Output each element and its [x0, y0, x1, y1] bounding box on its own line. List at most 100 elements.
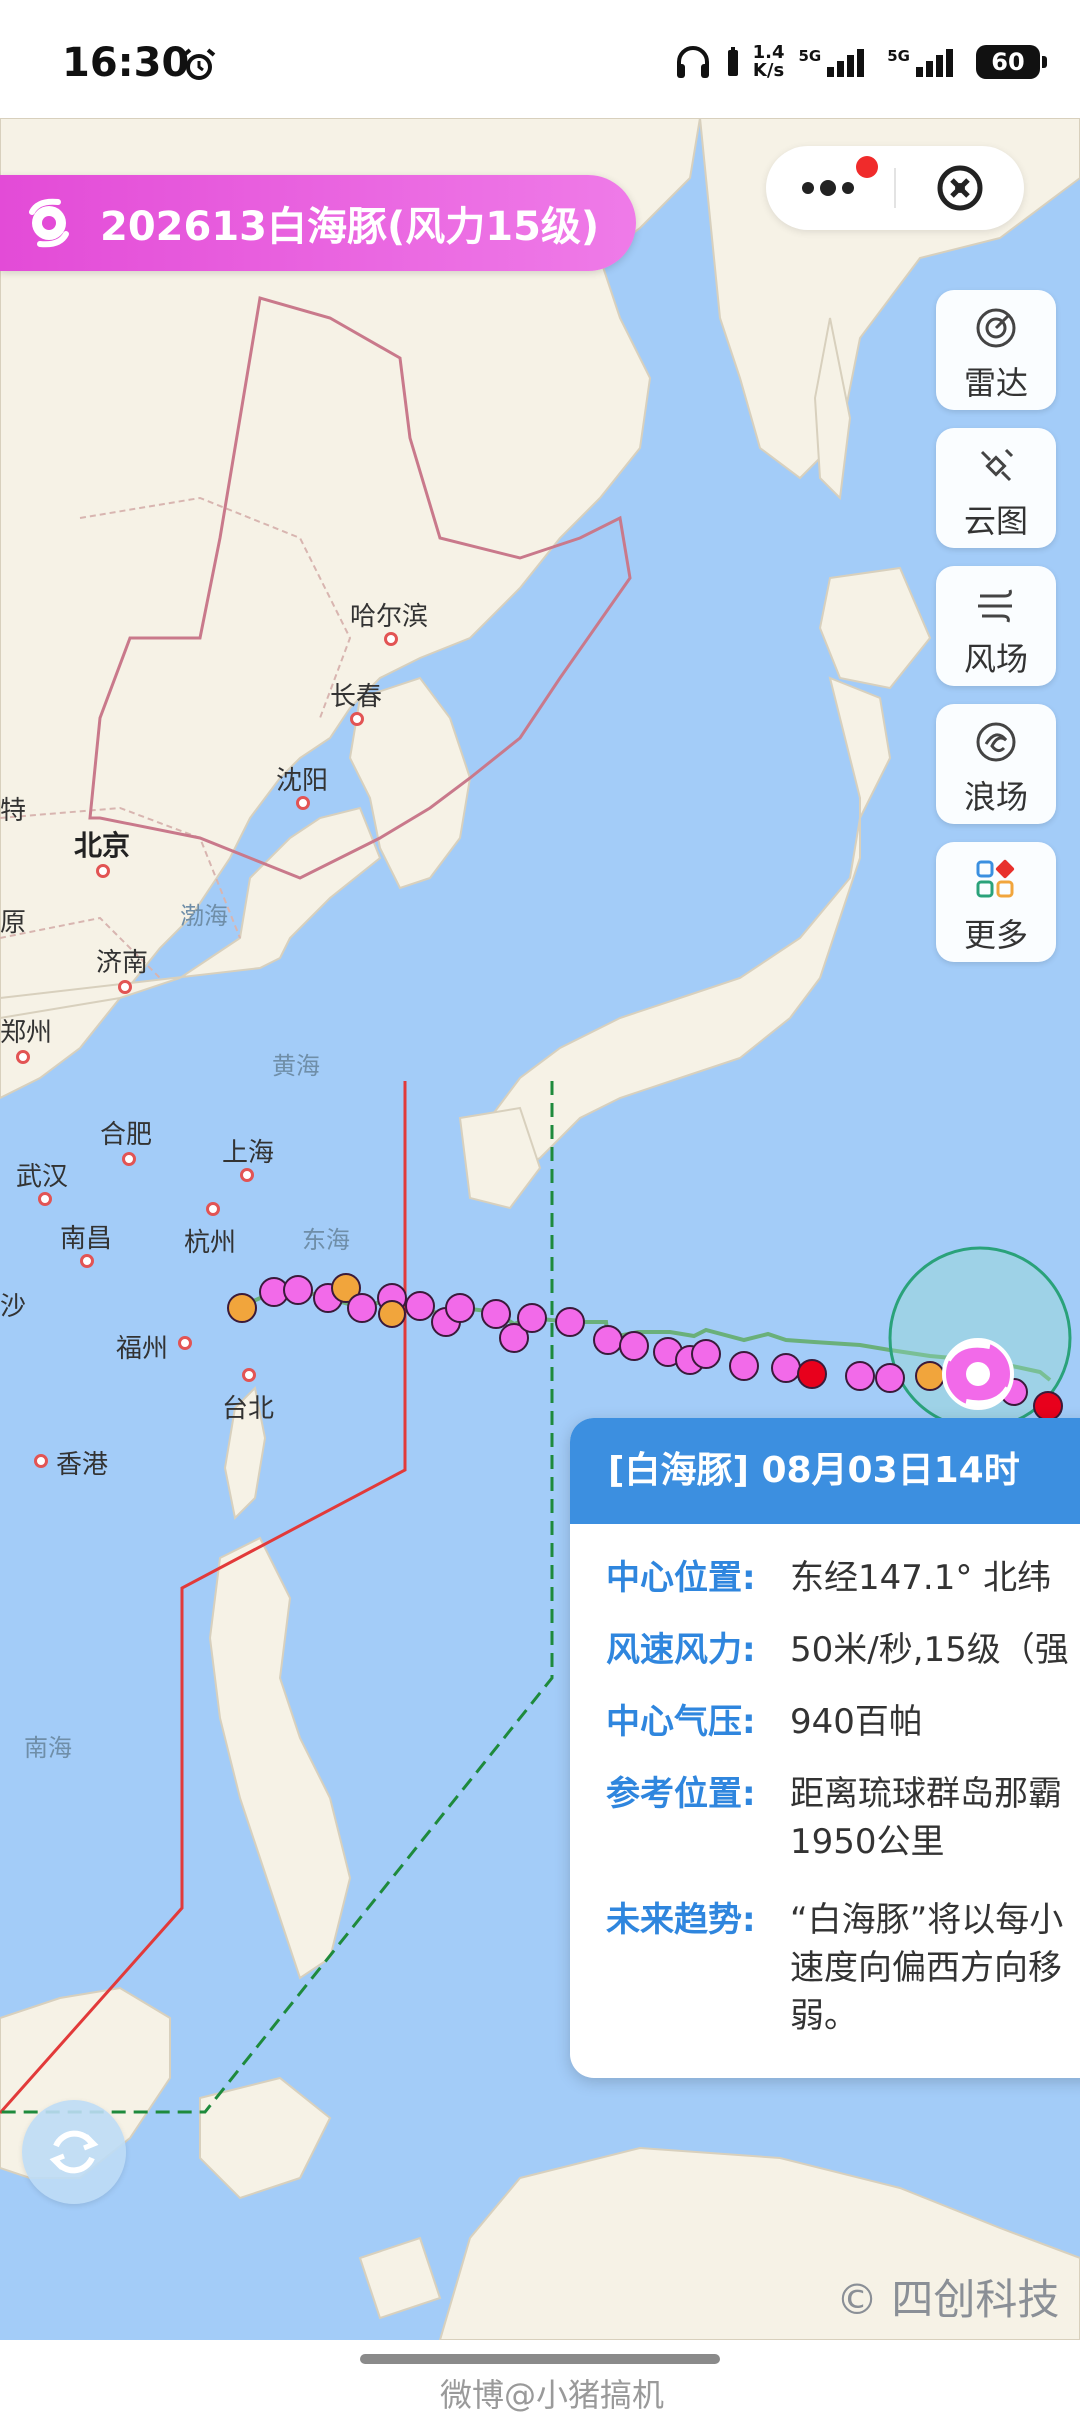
tool-cloud-button[interactable]: 云图: [936, 428, 1056, 548]
info-row-wind: 风速风力: 50米/秒,15级（强: [606, 1626, 1080, 1674]
track-point[interactable]: [347, 1293, 377, 1323]
track-point[interactable]: [915, 1361, 945, 1391]
city-dot: [384, 632, 398, 646]
info-value: 50米/秒,15级（强: [790, 1630, 1069, 1670]
track-point[interactable]: [845, 1361, 875, 1391]
track-point[interactable]: [378, 1300, 406, 1328]
tool-more-button[interactable]: 更多: [936, 842, 1056, 962]
city-dot: [16, 1050, 30, 1064]
info-value: 弱。: [790, 1996, 858, 2036]
track-point[interactable]: [729, 1351, 759, 1381]
city-label: 特: [0, 796, 27, 826]
info-value: 940百帕: [790, 1702, 923, 1742]
info-value: “白海豚”将以每小: [790, 1900, 1064, 1940]
status-bar: 16:30 1.4 K/s 5G 5G 60: [0, 0, 1080, 118]
track-point[interactable]: [481, 1299, 511, 1329]
japan-honshu: [478, 676, 892, 1180]
home-indicator[interactable]: [360, 2354, 720, 2364]
city-label: 沙: [0, 1292, 27, 1322]
info-row-trend: 未来趋势: “白海豚”将以每小 速度向偏西方向移 弱。: [606, 1896, 1080, 2040]
info-card-header: [白海豚] 08月03日14时: [570, 1418, 1080, 1524]
sea-label: 渤海: [180, 902, 228, 930]
city-label: 合肥: [100, 1120, 153, 1150]
city-dot: [80, 1254, 94, 1268]
city-dot: [34, 1454, 48, 1468]
city-label: 原: [0, 908, 27, 938]
sea-label: 东海: [302, 1226, 350, 1254]
bottom-bar: 微博@小猪搞机: [0, 2340, 1080, 2414]
weibo-watermark: 微博@小猪搞机: [440, 2376, 665, 2414]
sim1-label: 5G: [798, 47, 822, 65]
wave-icon: [976, 722, 1016, 762]
city-dot: [118, 980, 132, 994]
tool-radar-button[interactable]: 雷达: [936, 290, 1056, 410]
track-point[interactable]: [405, 1291, 435, 1321]
tool-label: 更多: [963, 916, 1028, 954]
tool-label: 云图: [963, 502, 1028, 540]
track-point[interactable]: [517, 1303, 547, 1333]
track-point[interactable]: [227, 1293, 257, 1323]
track-point[interactable]: [593, 1325, 623, 1355]
network-speed: 1.4 K/s: [753, 44, 785, 80]
close-circle-icon: [937, 165, 983, 211]
more-grid-icon: [976, 859, 1015, 898]
track-point[interactable]: [797, 1359, 827, 1389]
city-label: 台北: [222, 1394, 275, 1424]
satellite-icon: [980, 448, 1014, 482]
city-label: 香港: [56, 1450, 109, 1480]
track-point[interactable]: [691, 1339, 721, 1369]
city-label: 杭州: [184, 1228, 237, 1258]
info-row-pressure: 中心气压: 940百帕: [606, 1698, 1080, 1746]
city-dot: [240, 1168, 254, 1182]
info-value: 1950公里: [790, 1822, 945, 1862]
city-label: 郑州: [0, 1018, 53, 1048]
city-label: 济南: [96, 948, 149, 978]
tool-wave-button[interactable]: 浪场: [936, 704, 1056, 824]
refresh-button[interactable]: [22, 2100, 126, 2204]
track-point[interactable]: [875, 1363, 905, 1393]
info-key: 风速风力:: [606, 1630, 756, 1670]
track-point[interactable]: [619, 1331, 649, 1361]
tool-label: 浪场: [963, 778, 1028, 816]
info-row-position: 中心位置: 东经147.1° 北纬: [606, 1554, 1080, 1602]
city-label: 长春: [330, 682, 383, 712]
status-time: 16:30: [62, 40, 190, 86]
signal-bars-icon: [827, 49, 865, 77]
city-label: 上海: [222, 1138, 275, 1168]
city-label: 哈尔滨: [350, 602, 429, 632]
city-label: 沈阳: [276, 766, 329, 796]
sim2-label: 5G: [887, 47, 910, 65]
moluccas-shape: [358, 2236, 442, 2320]
info-value: 速度向偏西方向移: [790, 1948, 1062, 1988]
app-root: 16:30 1.4 K/s 5G 5G 60 哈尔滨 长春 沈阳 北京 济南 郑…: [0, 0, 1080, 2414]
refresh-icon: [49, 2130, 99, 2174]
tool-label: 雷达: [963, 364, 1028, 402]
info-value: 东经147.1° 北纬: [790, 1558, 1052, 1598]
battery-small-icon: [727, 47, 738, 76]
city-dot: [350, 712, 364, 726]
tool-label: 风场: [963, 640, 1028, 678]
info-key: 未来趋势:: [606, 1900, 756, 1940]
city-label: 福州: [116, 1334, 169, 1364]
city-label: 南昌: [60, 1224, 113, 1254]
typhoon-info-card[interactable]: [白海豚] 08月03日14时 中心位置: 东经147.1° 北纬 风速风力: …: [570, 1418, 1080, 2078]
track-point[interactable]: [283, 1275, 313, 1305]
info-key: 中心气压:: [606, 1702, 756, 1742]
signal-sim1: 5G: [799, 47, 874, 77]
current-typhoon-marker[interactable]: [942, 1338, 1014, 1410]
city-dot: [242, 1368, 256, 1382]
city-dot: [206, 1202, 220, 1216]
info-key: 中心位置:: [606, 1558, 756, 1598]
city-dot: [38, 1192, 52, 1206]
storm-banner[interactable]: 202613白海豚(风力15级): [0, 175, 636, 271]
wind-icon: [978, 589, 1012, 623]
more-menu-button[interactable]: [766, 146, 894, 230]
track-point[interactable]: [771, 1353, 801, 1383]
radar-icon: [976, 308, 1016, 348]
tool-wind-button[interactable]: 风场: [936, 566, 1056, 686]
japan-hokkaido: [818, 566, 932, 690]
track-point[interactable]: [555, 1307, 585, 1337]
track-point[interactable]: [445, 1293, 475, 1323]
track-point[interactable]: [1033, 1391, 1063, 1421]
close-miniprogram-button[interactable]: [896, 146, 1024, 230]
